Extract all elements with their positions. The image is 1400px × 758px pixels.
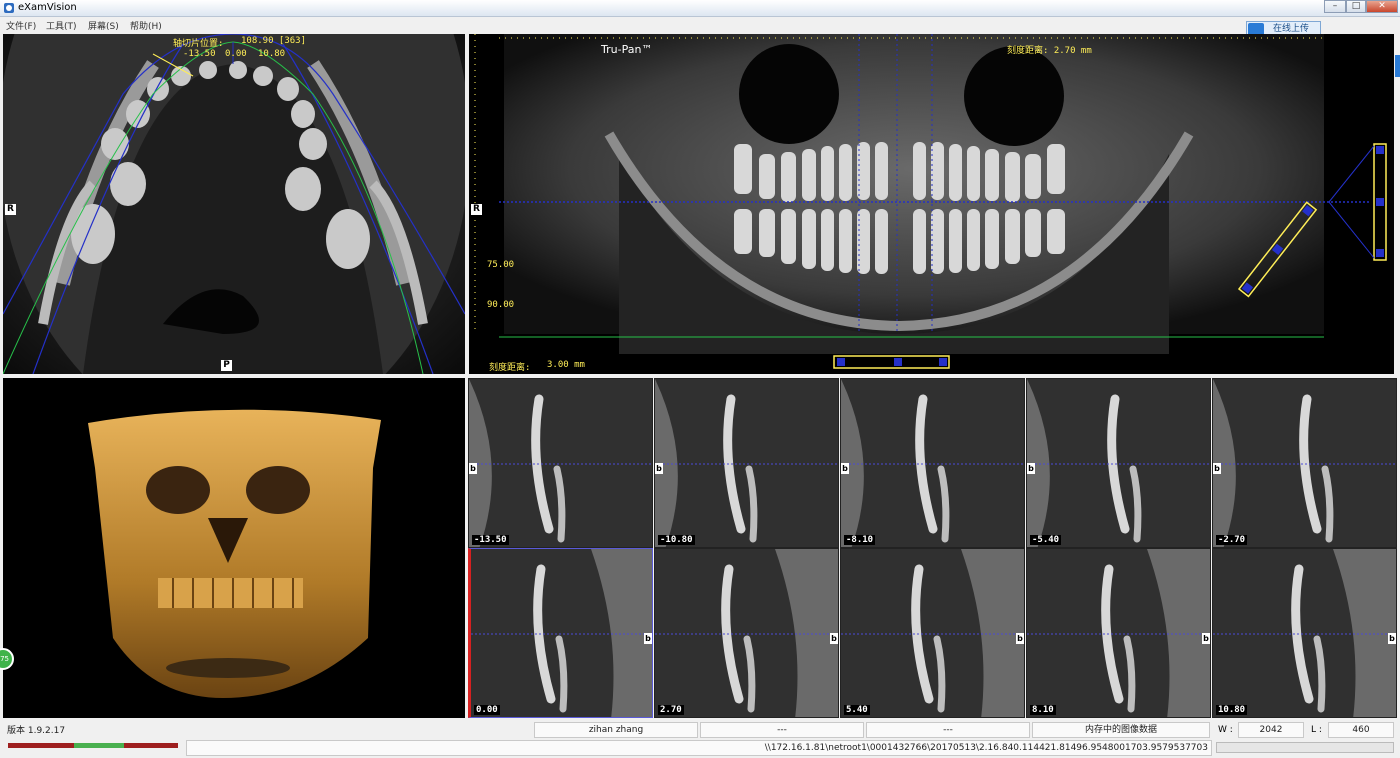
axial-mark-left: -13.50	[183, 49, 216, 59]
cross-section-slice[interactable]: b -10.80	[654, 378, 839, 548]
close-button[interactable]: ✕	[1366, 0, 1398, 13]
cross-section-slice[interactable]: b 2.70	[654, 548, 839, 718]
window-level-value[interactable]: 460	[1328, 722, 1394, 738]
slice-marker: b	[1213, 463, 1221, 474]
menu-help[interactable]: 帮助(H)	[130, 19, 162, 32]
trupan-brand: Tru-Pan™	[601, 43, 653, 56]
menu-screen[interactable]: 屏幕(S)	[88, 19, 119, 32]
slice-image	[841, 379, 1024, 547]
memory-field: 内存中的图像数据	[1032, 722, 1210, 738]
axial-view[interactable]: 轴切片位置: 108.90 [363] -13.50 0.00 10.80 R …	[3, 34, 465, 374]
cross-section-slice[interactable]: b 5.40	[840, 548, 1025, 718]
pano-scale-top: 刻度距离: 2.70 mm	[1007, 46, 1092, 56]
pano-orient-right: R	[471, 204, 482, 215]
slice-image	[655, 379, 838, 547]
slice-marker: b	[830, 633, 838, 644]
user-field: zihan zhang	[534, 722, 698, 738]
slice-marker: b	[1202, 633, 1210, 644]
minimize-button[interactable]: –	[1324, 0, 1346, 13]
status-field-2: ---	[700, 722, 864, 738]
pano-scale-bottom-label: 刻度距离:	[489, 363, 531, 373]
slice-marker: b	[469, 463, 477, 474]
slice-image	[1027, 549, 1210, 717]
cross-section-slice[interactable]: b 8.10	[1026, 548, 1211, 718]
slice-marker: b	[841, 463, 849, 474]
slice-offset-label: -2.70	[1216, 535, 1248, 545]
skull-render	[88, 409, 381, 698]
status-field-3: ---	[866, 722, 1030, 738]
slice-marker: b	[1027, 463, 1035, 474]
slice-marker: b	[644, 633, 652, 644]
slice-offset-label: 10.80	[1216, 705, 1248, 715]
slice-marker: b	[655, 463, 663, 474]
window-width-value[interactable]: 2042	[1238, 722, 1304, 738]
panoramic-view[interactable]: Tru-Pan™ 刻度距离: 2.70 mm 75.00 90.00 刻度距离:…	[469, 34, 1394, 374]
window-level-label: L :	[1311, 725, 1322, 735]
version-label: 版本 1.9.2.17	[7, 726, 66, 736]
pano-ruler-90: 90.00	[487, 300, 515, 310]
app-icon	[4, 3, 14, 13]
slice-offset-label: -8.10	[844, 535, 876, 545]
slice-image	[655, 549, 838, 717]
badge-value: 75	[0, 655, 9, 663]
slice-offset-label: 0.00	[474, 705, 500, 715]
slice-image	[471, 549, 652, 717]
menu-bar: 文件(F) 工具(T) 屏幕(S) 帮助(H)	[0, 17, 1400, 33]
progress-bar	[8, 743, 178, 748]
cross-section-slice[interactable]: b -13.50	[468, 378, 653, 548]
axial-position-value: 108.90 [363]	[241, 36, 307, 46]
axial-orient-right: R	[5, 204, 16, 215]
cross-section-slice[interactable]: b -5.40	[1026, 378, 1211, 548]
slice-offset-label: 5.40	[844, 705, 870, 715]
cross-section-slice[interactable]: b -2.70	[1212, 378, 1397, 548]
status-bar: 版本 1.9.2.17 zihan zhang --- --- 内存中的图像数据…	[0, 719, 1400, 758]
maximize-button[interactable]: □	[1346, 0, 1366, 13]
axial-mark-center: 0.00	[225, 49, 247, 59]
slice-image	[1027, 379, 1210, 547]
online-upload-label: 在线上传	[1273, 24, 1310, 34]
title-bar: eXamVision – □ ✕	[0, 0, 1400, 17]
slice-image	[1213, 549, 1396, 717]
slice-marker: b	[1016, 633, 1024, 644]
pano-scale-bottom-value: 3.00 mm	[547, 360, 585, 370]
slice-marker: b	[1388, 633, 1396, 644]
cross-section-slice[interactable]: b 10.80	[1212, 548, 1397, 718]
panoramic-image	[474, 34, 1387, 369]
progress-segment	[74, 743, 124, 748]
side-scroll-indicator[interactable]	[1395, 55, 1400, 77]
window-width-label: W :	[1218, 725, 1233, 735]
slice-offset-label: 8.10	[1030, 705, 1056, 715]
file-path-field: \\172.16.1.81\netroot1\0001432766\201705…	[186, 740, 1212, 756]
pano-ruler-75: 75.00	[487, 260, 515, 270]
axial-orient-posterior: P	[221, 360, 232, 371]
slice-image	[841, 549, 1024, 717]
axial-position-label: 轴切片位置:	[173, 39, 224, 49]
slice-offset-label: -10.80	[658, 535, 695, 545]
cross-section-slice[interactable]: b 0.00	[468, 548, 653, 718]
cross-section-slice[interactable]: b -8.10	[840, 378, 1025, 548]
slice-offset-label: -5.40	[1030, 535, 1062, 545]
slice-image	[1213, 379, 1396, 547]
slice-image	[469, 379, 652, 547]
menu-tools[interactable]: 工具(T)	[46, 19, 77, 32]
axial-mark-right: 10.80	[258, 49, 286, 59]
slice-offset-label: -13.50	[472, 535, 509, 545]
axial-image	[3, 34, 465, 374]
slice-offset-label: 2.70	[658, 705, 684, 715]
3d-render-view[interactable]	[3, 378, 465, 718]
menu-file[interactable]: 文件(F)	[6, 19, 36, 32]
window-title: eXamVision	[18, 2, 77, 13]
scroll-track[interactable]	[1216, 742, 1394, 753]
